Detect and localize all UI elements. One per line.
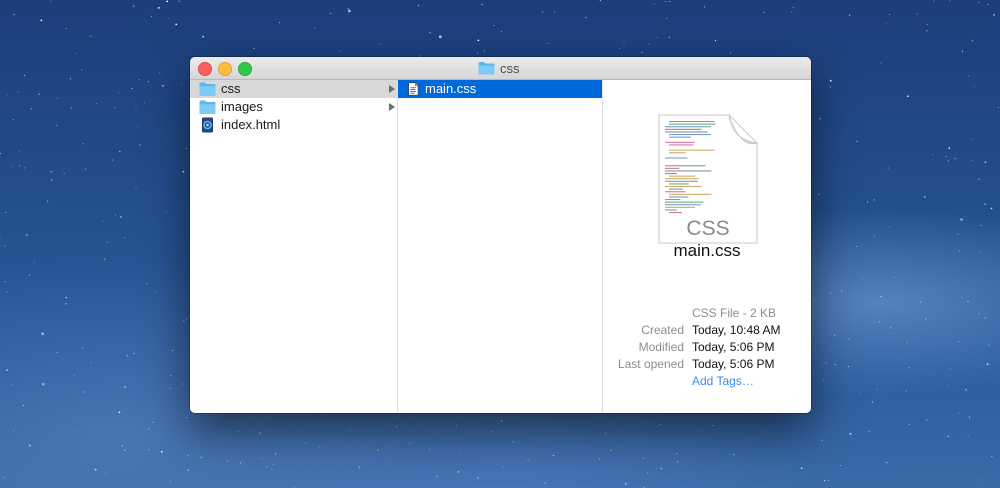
window-title: css <box>478 60 520 76</box>
css-file-preview-icon: CSS <box>658 114 759 244</box>
list-item-label: index.html <box>221 117 281 132</box>
list-item-main-css[interactable]: main.css <box>398 80 602 98</box>
info-value: Today, 10:48 AM <box>692 323 781 337</box>
preview-icon-label: CSS <box>686 217 729 240</box>
html-file-icon <box>202 117 213 133</box>
list-item-images-folder[interactable]: images <box>190 98 397 116</box>
disclosure-arrow-icon <box>389 85 395 93</box>
info-label: Modified <box>638 340 684 354</box>
minimize-button[interactable] <box>218 62 232 76</box>
list-item-label: images <box>221 99 263 114</box>
list-item-label: css <box>221 81 241 96</box>
list-item-label: main.css <box>425 81 477 96</box>
folder-icon <box>199 100 216 114</box>
info-label: Last opened <box>617 357 684 371</box>
disclosure-arrow-icon <box>389 103 395 111</box>
folder-icon <box>199 82 216 96</box>
info-value: Today, 5:06 PM <box>692 340 775 354</box>
add-tags-link[interactable]: Add Tags… <box>692 374 754 388</box>
finder-window: css css images index.html main.css CSS m… <box>190 57 811 413</box>
column-css[interactable]: main.css <box>398 80 603 413</box>
preview-pane: CSS main.css CSS File - 2 KB Created Tod… <box>603 80 811 413</box>
title-bar[interactable]: css <box>190 57 811 80</box>
column-root[interactable]: css images index.html <box>190 80 398 413</box>
zoom-button[interactable] <box>238 62 252 76</box>
list-item-css-folder[interactable]: css <box>190 80 397 98</box>
folder-icon <box>478 62 495 75</box>
list-item-index-html[interactable]: index.html <box>190 116 397 134</box>
close-button[interactable] <box>198 62 212 76</box>
preview-file-name: main.css <box>673 241 741 260</box>
info-label: Created <box>641 323 684 337</box>
info-value: Today, 5:06 PM <box>692 357 775 371</box>
window-title-text: css <box>500 60 520 76</box>
file-kind-size: CSS File - 2 KB <box>692 306 777 320</box>
css-file-icon <box>408 82 419 96</box>
